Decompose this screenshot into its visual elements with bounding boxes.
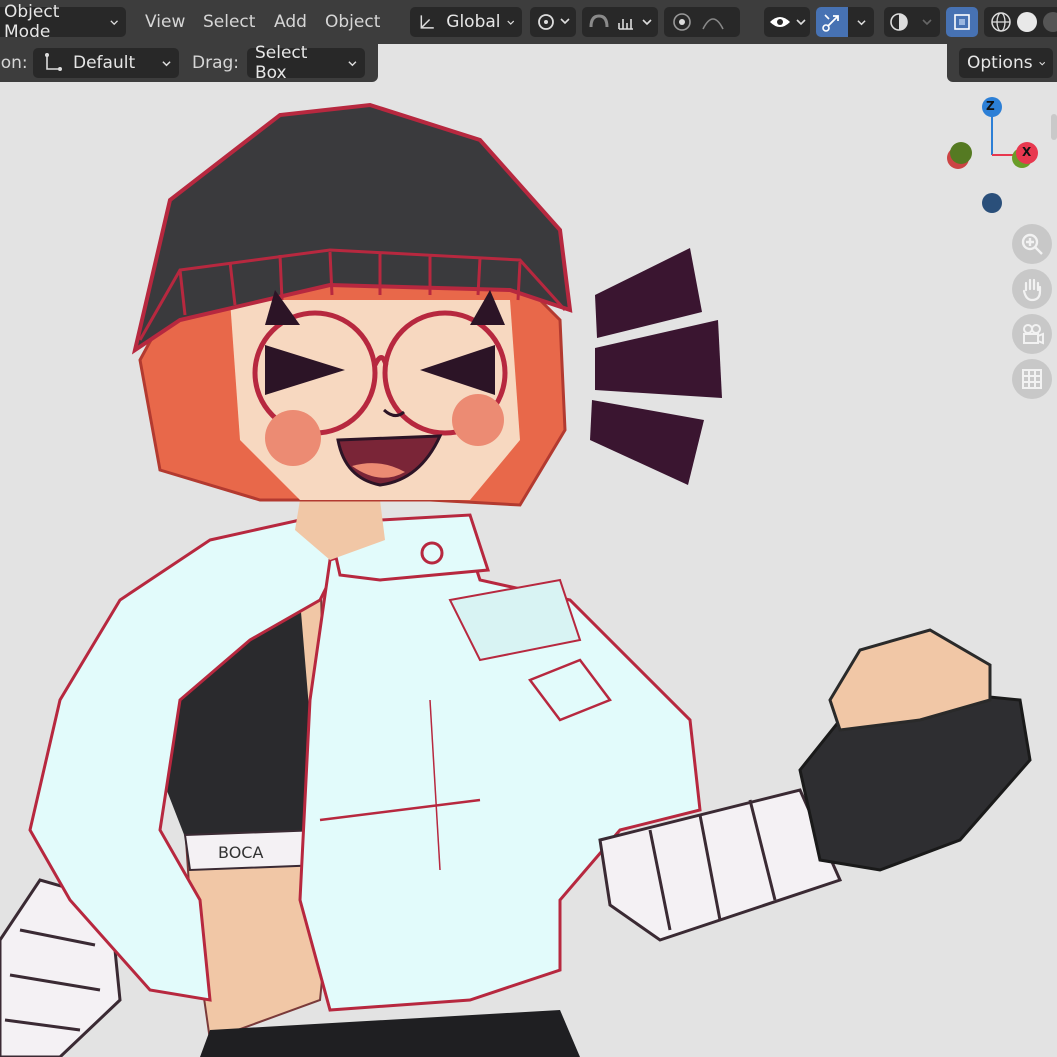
- transform-orientation-icon: [420, 15, 434, 29]
- tool-settings-bar: ion: Default Drag: Select Box: [0, 43, 378, 83]
- perspective-toggle-button[interactable]: [1012, 359, 1052, 399]
- chevron-down-icon: [162, 60, 171, 66]
- xray-toggle[interactable]: [946, 7, 978, 37]
- visibility-icon: [770, 17, 806, 27]
- overlay-icon: [890, 13, 932, 31]
- menu-view[interactable]: View: [139, 7, 191, 37]
- transform-orientation-dropdown[interactable]: Global: [410, 7, 522, 37]
- zoom-button[interactable]: [1012, 224, 1052, 264]
- camera-view-button[interactable]: [1012, 314, 1052, 354]
- camera-icon: [1023, 324, 1044, 345]
- viewport-scene[interactable]: BOCA: [0, 82, 1057, 1057]
- options-label: Options: [967, 53, 1033, 73]
- z-axis-label: Z: [986, 99, 995, 113]
- snap-icon: [589, 14, 652, 30]
- mode-label: Object Mode: [4, 2, 60, 42]
- pivot-icon: [538, 14, 570, 30]
- hand-icon: [1022, 278, 1042, 302]
- viewport-header: Object Mode View Select Add Object Globa…: [0, 0, 1057, 44]
- right-cheek: [452, 394, 504, 446]
- material-shading-icon: [1043, 12, 1057, 32]
- drag-value: Select Box: [255, 43, 308, 83]
- proportional-edit-group[interactable]: [664, 7, 740, 37]
- chevron-down-icon: [856, 19, 866, 25]
- chevron-down-icon: [109, 19, 118, 25]
- transform-orientation-icon: [45, 53, 62, 71]
- shading-group[interactable]: [984, 7, 1057, 37]
- grid-icon: [1022, 369, 1042, 389]
- orientation-setting-dropdown[interactable]: Default: [33, 48, 179, 78]
- axis-gizmo-icon: [947, 97, 1038, 213]
- options-bar: Options: [947, 44, 1057, 82]
- gizmo-toggle[interactable]: [816, 7, 876, 37]
- x-axis-label: X: [1022, 145, 1032, 159]
- solid-shading-icon: [1017, 12, 1037, 32]
- left-cheek: [265, 410, 321, 466]
- chevron-down-icon: [1038, 61, 1045, 66]
- action-lines: [590, 248, 722, 485]
- visibility-dropdown[interactable]: [764, 7, 810, 37]
- mode-dropdown[interactable]: Object Mode: [0, 2, 126, 42]
- scrollbar[interactable]: [1051, 114, 1057, 140]
- menu-add[interactable]: Add: [268, 7, 313, 37]
- pan-button[interactable]: [1012, 269, 1052, 309]
- menu-object[interactable]: Object: [319, 7, 386, 37]
- snap-group[interactable]: [582, 7, 658, 37]
- gizmo-icon: [822, 14, 839, 32]
- xray-icon: [954, 14, 970, 30]
- wireframe-shading-icon: [991, 12, 1011, 32]
- orientation-setting-label: ion:: [0, 53, 28, 73]
- drag-dropdown[interactable]: Select Box: [247, 43, 365, 83]
- chevron-down-icon: [506, 20, 514, 25]
- pivot-point-dropdown[interactable]: [530, 7, 576, 37]
- navigation-gizmo[interactable]: Z X: [940, 92, 1050, 222]
- logo-text: BOCA: [218, 843, 263, 862]
- zoom-icon: [1021, 233, 1043, 255]
- overlay-dropdown[interactable]: [884, 7, 940, 37]
- proportional-edit-icon: [673, 13, 724, 31]
- orientation-setting-value: Default: [73, 53, 136, 73]
- drag-label: Drag:: [192, 53, 240, 73]
- menu-select[interactable]: Select: [197, 7, 261, 37]
- chevron-down-icon: [348, 60, 357, 66]
- options-dropdown[interactable]: Options: [959, 48, 1053, 78]
- orientation-label: Global: [446, 12, 501, 32]
